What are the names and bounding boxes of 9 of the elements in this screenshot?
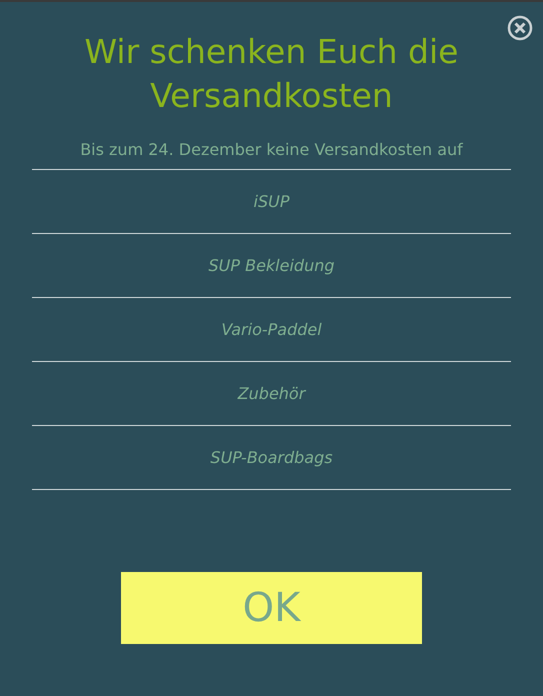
category-link[interactable]: Zubehör [238, 384, 306, 403]
dialog-subtitle: Bis zum 24. Dezember keine Versandkosten auf [79, 140, 464, 161]
category-link[interactable]: Vario-Paddel [221, 320, 322, 339]
category-link[interactable]: SUP Bekleidung [208, 256, 334, 275]
category-link[interactable]: SUP-Boardbags [210, 448, 333, 467]
ok-button[interactable]: OK [121, 572, 422, 644]
close-icon[interactable] [507, 15, 533, 41]
dialog-title: Wir schenken Euch die Versandkosten [84, 31, 460, 117]
category-link[interactable]: iSUP [254, 192, 290, 211]
